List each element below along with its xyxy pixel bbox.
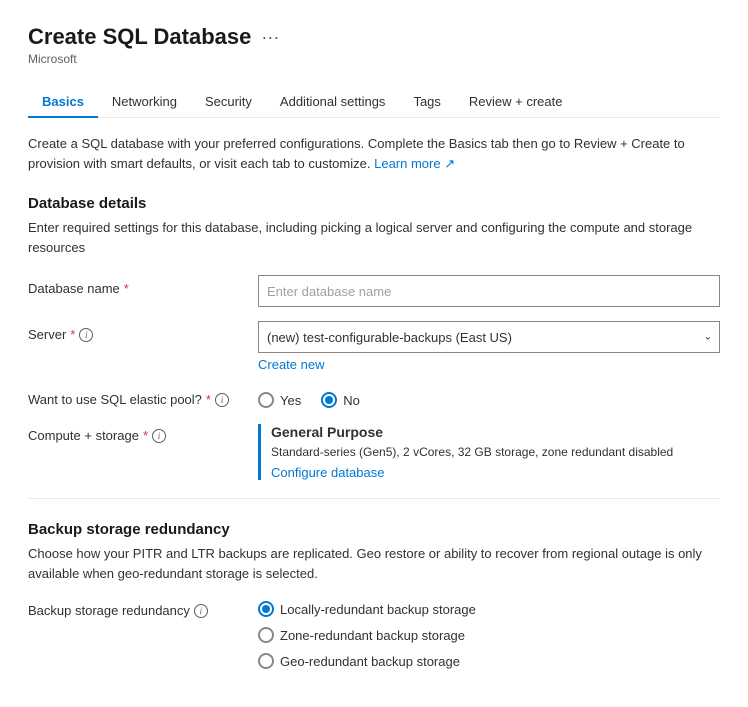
backup-redundancy-radio-group: Locally-redundant backup storage Zone-re… — [258, 597, 720, 669]
configure-database-link[interactable]: Configure database — [271, 465, 720, 480]
database-name-row: Database name * — [28, 275, 720, 307]
tab-description: Create a SQL database with your preferre… — [28, 134, 720, 173]
server-field: (new) test-configurable-backups (East US… — [258, 321, 720, 372]
tab-review-create[interactable]: Review + create — [455, 86, 577, 117]
zone-redundant-radio[interactable] — [258, 627, 274, 643]
geo-redundant-radio[interactable] — [258, 653, 274, 669]
page-subtitle: Microsoft — [28, 52, 720, 66]
create-new-server-link[interactable]: Create new — [258, 357, 720, 372]
tab-tags[interactable]: Tags — [399, 86, 454, 117]
required-indicator: * — [70, 327, 75, 342]
elastic-pool-label: Want to use SQL elastic pool? * i — [28, 386, 258, 407]
elastic-pool-info-icon[interactable]: i — [215, 393, 229, 407]
geo-redundant-label: Geo-redundant backup storage — [280, 654, 460, 669]
elastic-pool-yes-option[interactable]: Yes — [258, 392, 301, 408]
backup-redundancy-label: Backup storage redundancy i — [28, 597, 258, 618]
page-header: Create SQL Database ··· Microsoft — [28, 24, 720, 66]
learn-more-link[interactable]: Learn more ↗ — [374, 156, 455, 171]
database-name-field — [258, 275, 720, 307]
zone-redundant-label: Zone-redundant backup storage — [280, 628, 465, 643]
compute-storage-label: Compute + storage * i — [28, 422, 258, 443]
tab-additional-settings[interactable]: Additional settings — [266, 86, 400, 117]
tab-security[interactable]: Security — [191, 86, 266, 117]
backup-redundancy-row: Backup storage redundancy i Locally-redu… — [28, 597, 720, 669]
elastic-pool-yes-radio[interactable] — [258, 392, 274, 408]
compute-storage-info-icon[interactable]: i — [152, 429, 166, 443]
server-select-wrapper: (new) test-configurable-backups (East US… — [258, 321, 720, 353]
compute-storage-row: Compute + storage * i General Purpose St… — [28, 422, 720, 480]
compute-storage-field: General Purpose Standard-series (Gen5), … — [258, 422, 720, 480]
zone-redundant-option[interactable]: Zone-redundant backup storage — [258, 627, 720, 643]
more-options-button[interactable]: ··· — [261, 27, 279, 48]
server-info-icon[interactable]: i — [79, 328, 93, 342]
elastic-pool-no-option[interactable]: No — [321, 392, 360, 408]
elastic-pool-row: Want to use SQL elastic pool? * i Yes No — [28, 386, 720, 408]
database-name-label: Database name * — [28, 275, 258, 296]
elastic-pool-radio-group: Yes No — [258, 386, 720, 408]
chevron-down-icon: ⌄ — [704, 332, 712, 343]
page-title: Create SQL Database — [28, 24, 251, 50]
compute-storage-box: General Purpose Standard-series (Gen5), … — [258, 424, 720, 480]
elastic-pool-field: Yes No — [258, 386, 720, 408]
elastic-pool-no-radio[interactable] — [321, 392, 337, 408]
backup-redundancy-info-icon[interactable]: i — [194, 604, 208, 618]
elastic-pool-yes-label: Yes — [280, 393, 301, 408]
compute-tier-title: General Purpose — [271, 424, 720, 440]
required-indicator: * — [124, 281, 129, 296]
tab-networking[interactable]: Networking — [98, 86, 191, 117]
database-details-description: Enter required settings for this databas… — [28, 218, 720, 257]
server-label: Server * i — [28, 321, 258, 342]
elastic-pool-no-label: No — [343, 393, 360, 408]
external-link-icon: ↗ — [444, 156, 455, 171]
required-indicator: * — [143, 428, 148, 443]
database-name-input[interactable] — [258, 275, 720, 307]
section-divider — [28, 498, 720, 499]
tab-bar: Basics Networking Security Additional se… — [28, 86, 720, 118]
backup-redundancy-field: Locally-redundant backup storage Zone-re… — [258, 597, 720, 669]
locally-redundant-label: Locally-redundant backup storage — [280, 602, 476, 617]
locally-redundant-radio[interactable] — [258, 601, 274, 617]
backup-redundancy-description: Choose how your PITR and LTR backups are… — [28, 544, 720, 583]
geo-redundant-option[interactable]: Geo-redundant backup storage — [258, 653, 720, 669]
locally-redundant-option[interactable]: Locally-redundant backup storage — [258, 601, 720, 617]
server-row: Server * i (new) test-configurable-backu… — [28, 321, 720, 372]
compute-tier-details: Standard-series (Gen5), 2 vCores, 32 GB … — [271, 443, 720, 461]
server-select[interactable]: (new) test-configurable-backups (East US… — [258, 321, 720, 353]
database-details-title: Database details — [28, 195, 720, 212]
tab-basics[interactable]: Basics — [28, 86, 98, 117]
backup-redundancy-title: Backup storage redundancy — [28, 521, 720, 538]
required-indicator: * — [206, 392, 211, 407]
